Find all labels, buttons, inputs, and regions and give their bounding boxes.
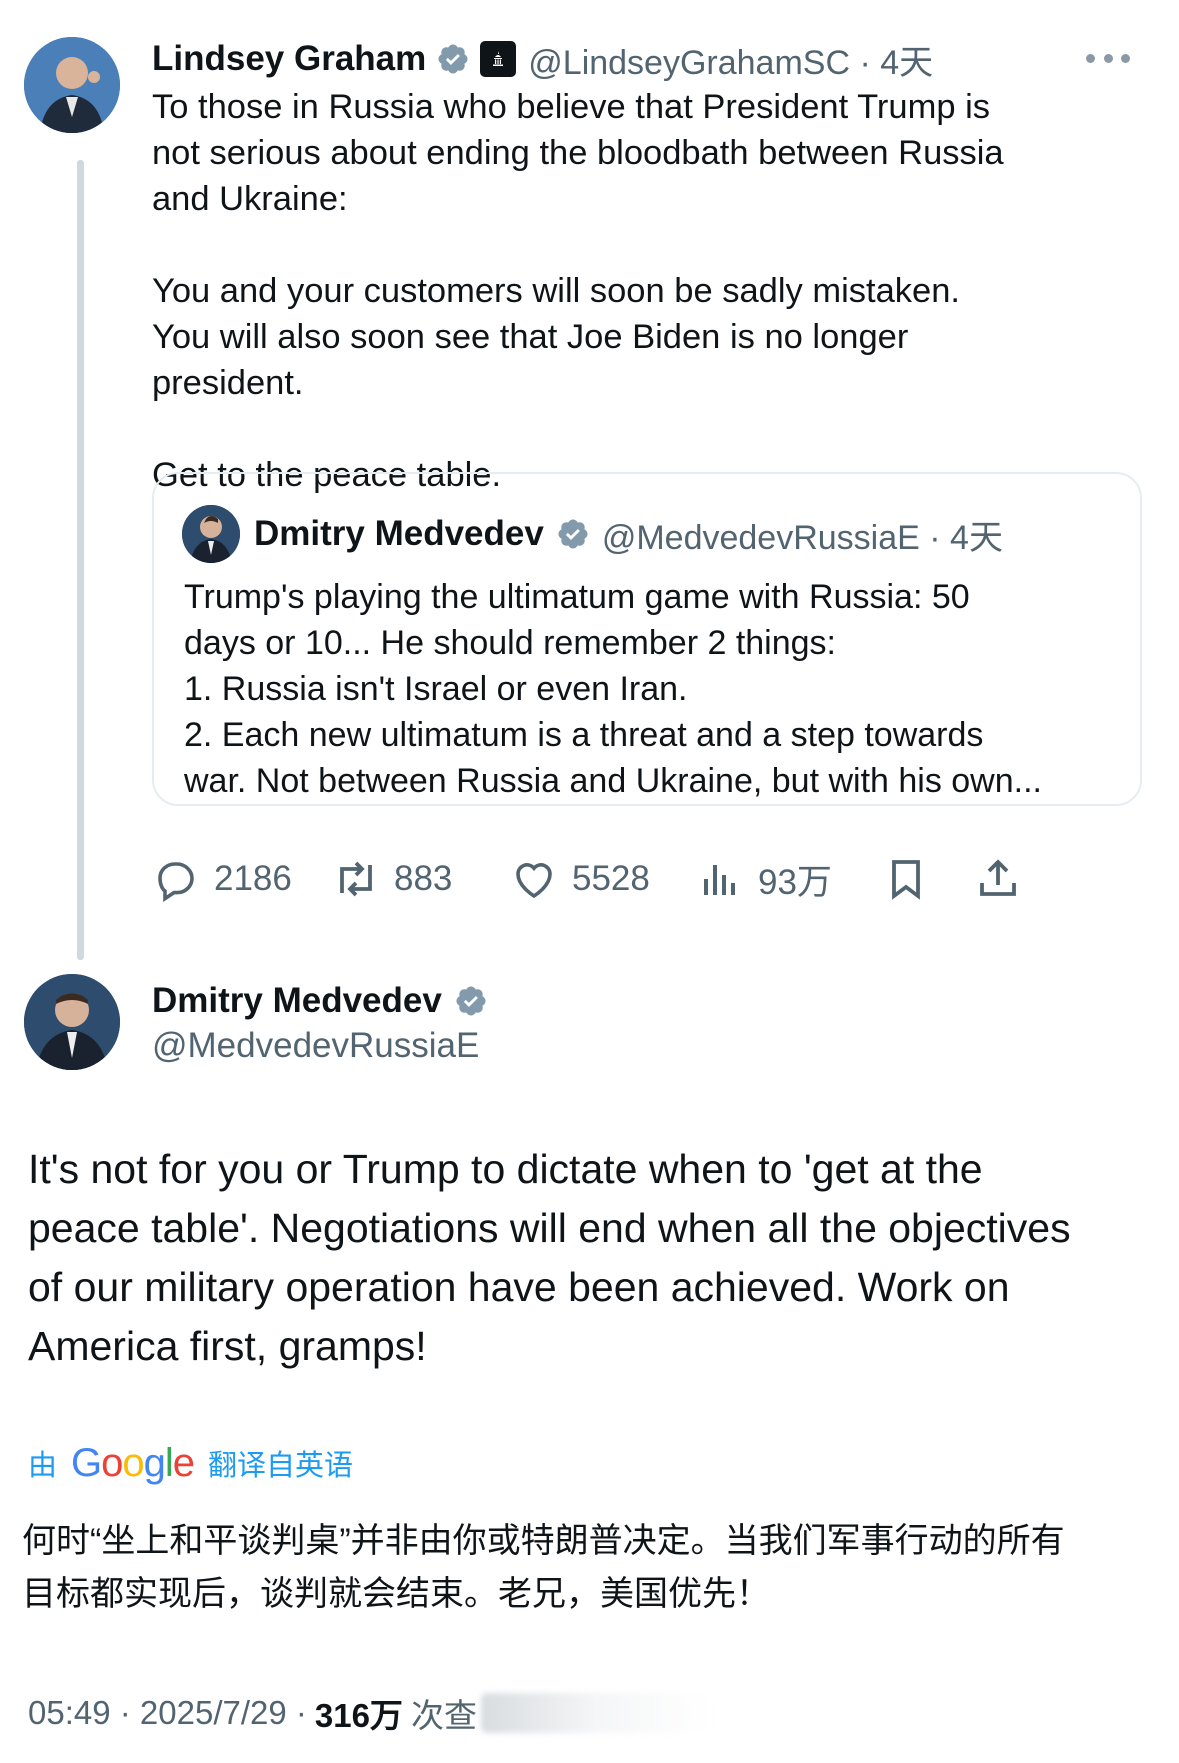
translation-line: 目标都实现后，谈判就会结束。老兄，美国优先！: [22, 1575, 770, 1613]
quoted-tweet-card[interactable]: Dmitry Medvedev @MedvedevRussiaE · 4天 Tr…: [152, 472, 1142, 806]
repost-count: 883: [394, 859, 453, 898]
blurred-overlay: [480, 1693, 711, 1733]
tweet1-header: Lindsey Graham @LindseyGrahamSC · 4天: [152, 36, 933, 82]
translate-prefix: 由: [28, 1450, 58, 1482]
tweet2-header: Dmitry Medvedev @MedvedevRussiaE: [152, 978, 488, 1066]
verified-icon: [438, 44, 468, 74]
quoted-line: days or 10... He should remember 2 thing…: [184, 624, 836, 662]
bookmark-icon: [892, 860, 920, 900]
tweet2-line: of our military operation have been achi…: [28, 1264, 1010, 1310]
quoted-tweet-header: Dmitry Medvedev @MedvedevRussiaE · 4天: [182, 504, 1003, 564]
medvedev-avatar-small: [182, 505, 240, 563]
reply-button[interactable]: 2186: [152, 854, 292, 904]
tweet2-views-label: 次查: [410, 1697, 477, 1734]
quoted-line: 2. Each new ultimatum is a threat and a …: [184, 716, 984, 754]
views-count: 93万: [758, 862, 832, 902]
tweet2-line: America first, gramps!: [28, 1323, 427, 1369]
tweet2-line: peace table'. Negotiations will end when…: [28, 1205, 1071, 1251]
like-button[interactable]: 5528: [510, 854, 650, 904]
views-icon: [704, 865, 735, 895]
tweet1-paragraph: You and your customers will soon be sadl…: [152, 272, 960, 402]
reply-icon: [158, 862, 194, 902]
tweet2-views-count: 316万: [314, 1697, 403, 1734]
government-icon: [480, 41, 517, 77]
tweet2-translation: 何时“坐上和平谈判桌”并非由你或特朗普决定。当我们军事行动的所有 目标都实现后，…: [22, 1515, 1162, 1621]
translation-line: 何时“坐上和平谈判桌”并非由你或特朗普决定。当我们军事行动的所有: [22, 1522, 1065, 1560]
repost-icon: [340, 861, 372, 897]
share-icon: [980, 859, 1016, 896]
quoted-line: Trump's playing the ultimatum game with …: [184, 578, 970, 616]
tweet1-action-bar: 2186 883 5528 93万: [152, 854, 1137, 904]
tweet1-paragraph: To those in Russia who believe that Pres…: [152, 88, 1004, 218]
medvedev-avatar[interactable]: [24, 974, 120, 1070]
more-icon[interactable]: [1086, 50, 1130, 66]
verified-icon: [456, 986, 486, 1016]
share-button[interactable]: [974, 854, 1022, 904]
lindsey-graham-avatar[interactable]: [24, 37, 120, 133]
like-count: 5528: [572, 859, 650, 898]
translation-attribution[interactable]: 由 Google 翻译自英语: [28, 1438, 353, 1488]
like-icon: [516, 863, 552, 899]
tweet2-handle[interactable]: @MedvedevRussiaE: [152, 1026, 488, 1066]
quoted-handle-time: @MedvedevRussiaE · 4天: [601, 518, 1003, 557]
tweet2-text: It's not for you or Trump to dictate whe…: [28, 1140, 1158, 1376]
bookmark-button[interactable]: [882, 854, 930, 904]
quoted-tweet-text: Trump's playing the ultimatum game with …: [184, 574, 1129, 804]
views-button[interactable]: 93万: [696, 854, 832, 904]
reply-count: 2186: [214, 859, 292, 898]
thread-connector-line: [77, 160, 84, 960]
verified-icon: [558, 519, 588, 549]
google-logo: Google: [71, 1440, 195, 1485]
tweet1-handle-time[interactable]: @LindseyGrahamSC · 4天: [528, 35, 933, 84]
quoted-line: 1. Russia isn't Israel or even Iran.: [184, 670, 688, 708]
repost-button[interactable]: 883: [332, 854, 452, 904]
tweet2-author-name[interactable]: Dmitry Medvedev: [152, 981, 442, 1021]
tweet2-timestamp[interactable]: 05:49 · 2025/7/29 ·: [28, 1694, 307, 1732]
tweet2-line: It's not for you or Trump to dictate whe…: [28, 1146, 983, 1192]
quoted-line: war. Not between Russia and Ukraine, but…: [184, 762, 1042, 800]
tweet2-meta: 05:49 · 2025/7/29 · 316万 次查: [28, 1690, 711, 1736]
quoted-author-name[interactable]: Dmitry Medvedev: [254, 514, 544, 554]
tweet1-author-name[interactable]: Lindsey Graham: [152, 39, 426, 79]
translate-suffix: 翻译自英语: [208, 1450, 354, 1482]
tweet1-text: To those in Russia who believe that Pres…: [152, 84, 1152, 498]
